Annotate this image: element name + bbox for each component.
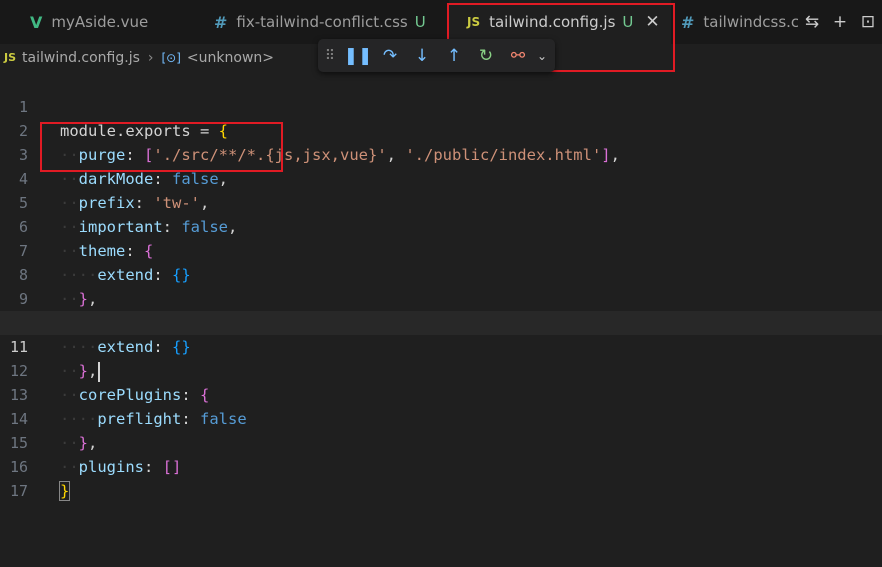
editor-actions: ⇆ + ⊡	[798, 0, 882, 44]
pause-icon[interactable]: ❚❚	[342, 46, 374, 66]
code-line: 12 ··corePlugins: {	[0, 335, 882, 404]
code-line: 2 ··purge: ['./src/**/*.{js,jsx,vue}', '…	[0, 95, 882, 164]
compare-changes-icon[interactable]: ⇆	[805, 12, 819, 32]
vue-icon: V	[30, 12, 43, 32]
code-line: 3 ··darkMode: false,	[0, 119, 882, 188]
code-line: 4 ··prefix: 'tw-',	[0, 143, 882, 212]
tab-label: tailwind.config.js	[489, 13, 616, 31]
code-line: 15 ··plugins: []	[0, 407, 882, 476]
debug-toolbar: ⠿ ❚❚ ↷ ↓ ↑ ↻ ⚯ ⌄	[318, 39, 555, 72]
code-line: 13 ····preflight: false	[0, 359, 882, 428]
code-line-current: 11 ··},	[0, 311, 882, 382]
code-line: 5 ··important: false,	[0, 167, 882, 236]
line-number: 17	[9, 482, 28, 500]
tab-label: tailwindcss.c	[703, 13, 800, 31]
symbol-icon: [⊙]	[161, 50, 181, 65]
tab-label: fix-tailwind-conflict.css	[236, 13, 408, 31]
code-line: 7 ····extend: {}	[0, 215, 882, 284]
step-into-icon[interactable]: ↓	[406, 46, 438, 66]
tab-label: myAside.vue	[51, 13, 149, 31]
breadcrumb-symbol[interactable]: <unknown>	[187, 50, 274, 66]
code-line: 10 ····extend: {}	[0, 287, 882, 356]
tab-bar: V myAside.vue # fix-tailwind-conflict.cs…	[0, 0, 882, 44]
drag-handle-icon[interactable]: ⠿	[318, 48, 342, 64]
breadcrumb-separator: ›	[147, 49, 154, 66]
breadcrumb-file[interactable]: tailwind.config.js	[22, 50, 140, 66]
tab-fix-tailwind-conflict-css[interactable]: # fix-tailwind-conflict.css U	[200, 0, 445, 44]
code-line: 8 ··},	[0, 239, 882, 308]
js-icon: JS	[467, 15, 481, 29]
js-icon: JS	[4, 51, 17, 64]
untracked-badge: U	[414, 13, 426, 31]
tab-tailwindcss[interactable]: # tailwindcss.c	[671, 0, 801, 44]
code-line: 16 }	[0, 431, 882, 501]
new-file-icon[interactable]: +	[833, 12, 847, 32]
untracked-badge: U	[622, 13, 634, 31]
code-line: 14 ··},	[0, 383, 882, 452]
step-over-icon[interactable]: ↷	[374, 46, 406, 66]
step-out-icon[interactable]: ↑	[438, 46, 470, 66]
chevron-down-icon[interactable]: ⌄	[534, 49, 550, 63]
tab-myaside-vue[interactable]: V myAside.vue	[30, 0, 200, 44]
close-icon[interactable]: ✕	[645, 12, 659, 32]
restart-icon[interactable]: ↻	[470, 46, 502, 66]
token: }	[58, 481, 71, 501]
disconnect-icon[interactable]: ⚯	[502, 46, 534, 66]
code-line: 1 module.exports = {	[0, 71, 882, 140]
css-icon: #	[214, 12, 228, 32]
tab-tailwind-config-js[interactable]: JS tailwind.config.js U ✕	[449, 0, 671, 44]
open-editors-icon[interactable]: ⊡	[861, 12, 875, 32]
code-line: 17	[0, 455, 882, 500]
code-line: 6 ··theme: {	[0, 191, 882, 260]
code-editor[interactable]: 1 module.exports = { 2 ··purge: ['./src/…	[0, 71, 882, 567]
code-text: }	[58, 479, 71, 503]
code-line: 9 ··variants: {	[0, 263, 882, 332]
css-icon: #	[681, 12, 695, 32]
